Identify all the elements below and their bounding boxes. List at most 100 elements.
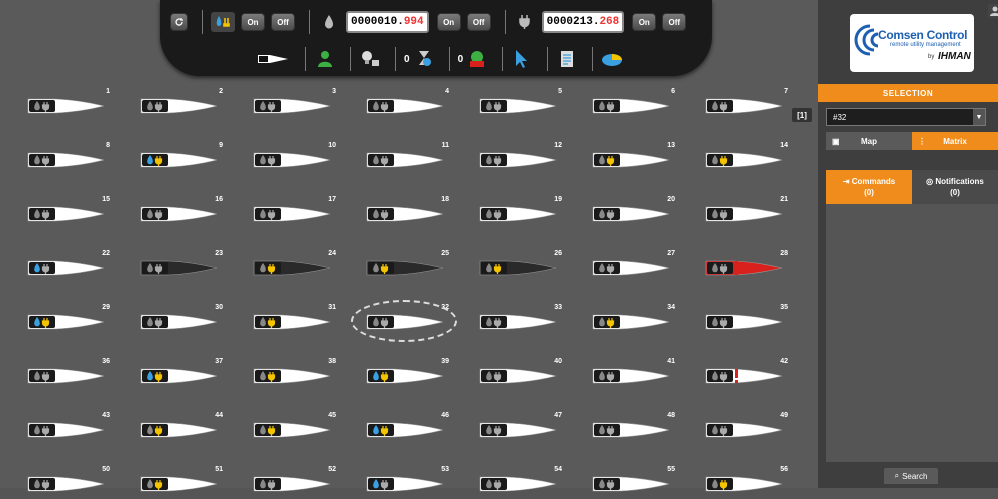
device-cell[interactable]: 9 [133, 142, 223, 172]
device-cell[interactable]: 28 [698, 250, 788, 280]
device-cell[interactable]: 4 [359, 88, 449, 118]
device-cell[interactable]: 55 [585, 466, 675, 496]
device-icon [139, 96, 219, 116]
device-cell[interactable]: 33 [472, 304, 562, 334]
water-off-button[interactable]: Off [466, 13, 491, 31]
device-cell[interactable]: 7 [698, 88, 788, 118]
device-number: 53 [441, 466, 449, 473]
device-icon [591, 366, 671, 386]
cursor-select-icon[interactable] [511, 49, 533, 69]
device-cell[interactable]: 25 [359, 250, 449, 280]
device-cell[interactable]: 1 [20, 88, 110, 118]
device-icon [591, 150, 671, 170]
selection-dropdown[interactable]: #32 ▼ [826, 108, 986, 126]
device-cell[interactable]: 14 [698, 142, 788, 172]
device-cell[interactable]: 49 [698, 412, 788, 442]
device-icon [26, 258, 106, 278]
lightbulb-lock-icon[interactable] [359, 49, 381, 69]
device-number: 6 [671, 88, 675, 95]
device-number: 17 [328, 196, 336, 203]
device-cell[interactable]: 5 [472, 88, 562, 118]
refresh-button[interactable] [170, 13, 188, 31]
device-cell[interactable]: 47 [472, 412, 562, 442]
user-icon[interactable] [314, 49, 336, 69]
money-alert-icon[interactable] [466, 49, 488, 69]
tab-matrix-label: Matrix [943, 136, 967, 146]
device-cell[interactable]: 20 [585, 196, 675, 226]
pie-chart-icon[interactable] [601, 49, 623, 69]
tab-notifications[interactable]: ◎ Notifications (0) [912, 170, 998, 204]
chevron-down-icon[interactable]: ▼ [973, 109, 985, 125]
device-number: 4 [445, 88, 449, 95]
device-cell[interactable]: 37 [133, 358, 223, 388]
tab-matrix[interactable]: ⋮ Matrix [912, 132, 998, 150]
device-number: 19 [554, 196, 562, 203]
pending-count: 0 [404, 53, 410, 65]
page-indicator[interactable]: [1] [792, 108, 812, 122]
device-cell[interactable]: 18 [359, 196, 449, 226]
device-icon [26, 366, 106, 386]
tab-map[interactable]: ▣ Map [826, 132, 912, 150]
device-cell[interactable]: 46 [359, 412, 449, 442]
device-number: 42 [780, 358, 788, 365]
device-cell[interactable]: 54 [472, 466, 562, 496]
tab-commands[interactable]: ⇥ Commands (0) [826, 170, 912, 204]
power-off-button[interactable]: Off [662, 13, 687, 31]
device-view-icon[interactable] [255, 49, 291, 69]
device-cell[interactable]: 34 [585, 304, 675, 334]
water-on-button[interactable]: On [436, 13, 461, 31]
device-cell[interactable]: 11 [359, 142, 449, 172]
device-cell[interactable]: 43 [20, 412, 110, 442]
device-cell[interactable]: 44 [133, 412, 223, 442]
report-icon[interactable] [556, 49, 578, 69]
device-cell[interactable]: 8 [20, 142, 110, 172]
device-icon [252, 204, 332, 224]
device-icon [365, 420, 445, 440]
device-cell[interactable]: 12 [472, 142, 562, 172]
device-number: 5 [558, 88, 562, 95]
device-cell[interactable]: 39 [359, 358, 449, 388]
device-cell[interactable]: 15 [20, 196, 110, 226]
device-icon [139, 474, 219, 494]
device-cell[interactable]: 45 [246, 412, 336, 442]
device-cell[interactable]: 35 [698, 304, 788, 334]
device-cell[interactable]: 51 [133, 466, 223, 496]
device-cell[interactable]: 23 [133, 250, 223, 280]
device-cell[interactable]: 42 [698, 358, 788, 388]
device-cell[interactable]: 22 [20, 250, 110, 280]
device-cell[interactable]: 6 [585, 88, 675, 118]
device-cell[interactable]: 21 [698, 196, 788, 226]
device-cell[interactable]: 26 [472, 250, 562, 280]
device-cell[interactable]: 3 [246, 88, 336, 118]
water-power-icon[interactable] [211, 12, 235, 32]
device-cell[interactable]: 31 [246, 304, 336, 334]
power-on-button[interactable]: On [632, 13, 657, 31]
device-cell[interactable]: 48 [585, 412, 675, 442]
device-cell[interactable]: 17 [246, 196, 336, 226]
device-cell[interactable]: 38 [246, 358, 336, 388]
all-on-button[interactable]: On [241, 13, 265, 31]
device-cell[interactable]: 53 [359, 466, 449, 496]
device-cell[interactable]: 36 [20, 358, 110, 388]
search-button[interactable]: ⌕ Search [884, 468, 938, 484]
device-cell[interactable]: 56 [698, 466, 788, 496]
device-cell[interactable]: 29 [20, 304, 110, 334]
device-cell[interactable]: 30 [133, 304, 223, 334]
device-cell[interactable]: 32 [351, 300, 457, 342]
device-cell[interactable]: 52 [246, 466, 336, 496]
device-cell[interactable]: 40 [472, 358, 562, 388]
device-number: 24 [328, 250, 336, 257]
user-account-button[interactable] [988, 4, 998, 18]
all-off-button[interactable]: Off [271, 13, 295, 31]
device-cell[interactable]: 16 [133, 196, 223, 226]
device-cell[interactable]: 50 [20, 466, 110, 496]
device-cell[interactable]: 2 [133, 88, 223, 118]
device-cell[interactable]: 19 [472, 196, 562, 226]
commands-panel: ⇥ Commands (0) ◎ Notifications (0) [826, 170, 998, 462]
device-cell[interactable]: 27 [585, 250, 675, 280]
hourglass-user-icon[interactable] [413, 49, 435, 69]
device-cell[interactable]: 41 [585, 358, 675, 388]
device-cell[interactable]: 13 [585, 142, 675, 172]
device-cell[interactable]: 10 [246, 142, 336, 172]
device-cell[interactable]: 24 [246, 250, 336, 280]
